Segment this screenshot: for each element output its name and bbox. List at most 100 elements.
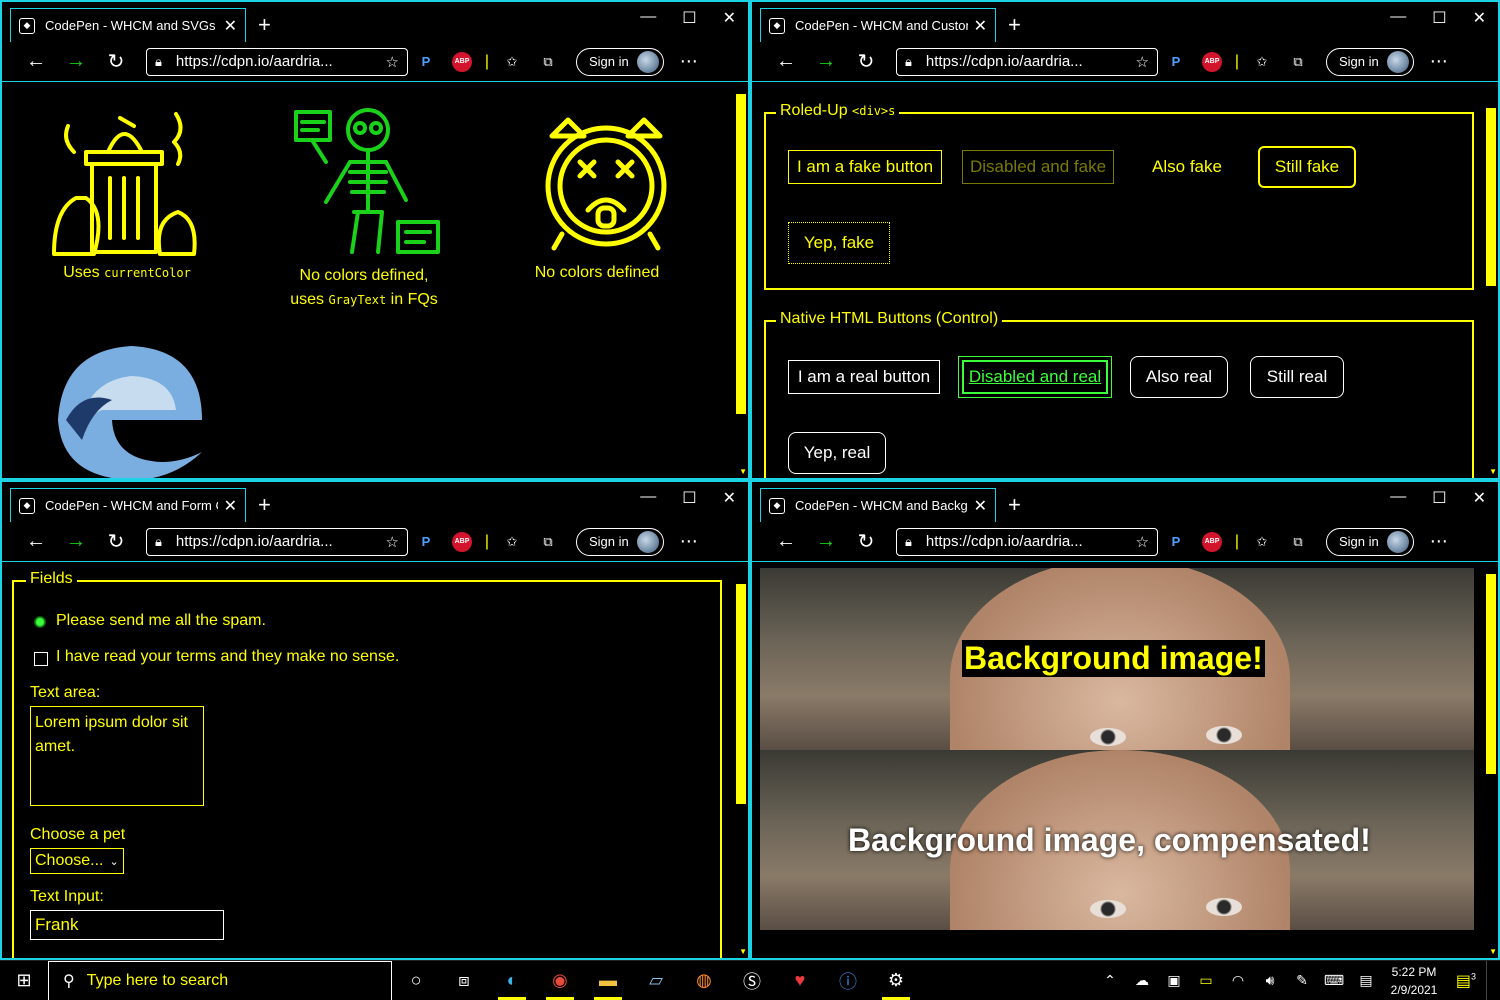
- real-also-button[interactable]: Also real: [1130, 356, 1228, 398]
- edge-taskbar-icon[interactable]: ◐: [488, 961, 536, 1000]
- refresh-icon[interactable]: ↻: [846, 49, 886, 74]
- firefox-taskbar-icon[interactable]: ◍: [680, 961, 728, 1000]
- collections-icon[interactable]: ⧉: [530, 54, 566, 70]
- onedrive-icon[interactable]: ☁: [1126, 972, 1158, 989]
- minimize-button[interactable]: —: [640, 8, 656, 28]
- collections-icon[interactable]: ⧉: [1280, 54, 1316, 70]
- tablet-mode-icon[interactable]: ▤: [1350, 972, 1382, 989]
- back-arrow-icon[interactable]: ←: [766, 50, 806, 73]
- favorites-icon[interactable]: ✩: [1244, 534, 1280, 550]
- cortana-icon[interactable]: ○: [392, 961, 440, 1000]
- vivaldi-icon[interactable]: ♥: [776, 961, 824, 1000]
- fake-still-button[interactable]: Still fake: [1258, 146, 1356, 188]
- pen-icon[interactable]: ✎: [1286, 972, 1318, 989]
- new-tab-button[interactable]: +: [258, 12, 271, 38]
- close-tab-icon[interactable]: ✕: [974, 16, 987, 36]
- favorites-icon[interactable]: ✩: [494, 534, 530, 550]
- address-bar[interactable]: 🔒︎ https://cdpn.io/aardria... ☆: [146, 527, 408, 556]
- add-favorite-icon[interactable]: ☆: [1136, 533, 1149, 551]
- address-bar[interactable]: 🔒︎ https://cdpn.io/aardria... ☆: [896, 47, 1158, 76]
- favorites-icon[interactable]: ✩: [1244, 54, 1280, 70]
- show-desktop-button[interactable]: [1486, 960, 1500, 1000]
- maximize-button[interactable]: ☐: [1432, 488, 1446, 508]
- sign-in-button[interactable]: Sign in: [1326, 527, 1414, 556]
- refresh-icon[interactable]: ↻: [96, 529, 136, 554]
- browser-tab[interactable]: ◆ CodePen - WHCM and SVGs ✕: [10, 8, 246, 42]
- close-window-button[interactable]: ✕: [1473, 8, 1486, 28]
- scrollbar-thumb[interactable]: [1486, 108, 1496, 286]
- fake-button[interactable]: I am a fake button: [788, 150, 942, 184]
- new-tab-button[interactable]: +: [258, 492, 271, 518]
- extension-p-icon[interactable]: P: [1158, 54, 1194, 69]
- close-tab-icon[interactable]: ✕: [974, 496, 987, 516]
- add-favorite-icon[interactable]: ☆: [1136, 53, 1149, 71]
- collections-icon[interactable]: ⧉: [530, 534, 566, 550]
- refresh-icon[interactable]: ↻: [846, 529, 886, 554]
- browser-tab[interactable]: ◆ CodePen - WHCM and Form Co ✕: [10, 488, 246, 522]
- favorites-icon[interactable]: ✩: [494, 54, 530, 70]
- chrome-taskbar-icon[interactable]: ◉: [536, 961, 584, 1000]
- scroll-down-arrow-icon[interactable]: ▼: [1489, 467, 1497, 476]
- settings-gear-icon[interactable]: ⚙: [872, 961, 920, 1000]
- more-menu-icon[interactable]: ⋯: [1430, 531, 1448, 552]
- volume-icon[interactable]: 🔊︎: [1254, 972, 1286, 989]
- more-menu-icon[interactable]: ⋯: [680, 531, 698, 552]
- sign-in-button[interactable]: Sign in: [1326, 47, 1414, 76]
- sign-in-button[interactable]: Sign in: [576, 47, 664, 76]
- real-button[interactable]: I am a real button: [788, 360, 940, 394]
- browser-tab[interactable]: ◆ CodePen - WHCM and Custom E ✕: [760, 8, 996, 42]
- text-area[interactable]: Lorem ipsum dolor sit amet.: [30, 706, 204, 806]
- skype-icon[interactable]: Ⓢ: [728, 961, 776, 1000]
- task-view-icon[interactable]: ⧈: [440, 961, 488, 1000]
- close-window-button[interactable]: ✕: [723, 488, 736, 508]
- scrollbar-thumb[interactable]: [736, 584, 746, 804]
- sign-in-button[interactable]: Sign in: [576, 527, 664, 556]
- maximize-button[interactable]: ☐: [682, 8, 696, 28]
- scrollbar-thumb[interactable]: [736, 94, 746, 414]
- taskbar-search[interactable]: ⚲ Type here to search: [48, 960, 392, 1000]
- keyboard-icon[interactable]: ⌨: [1318, 972, 1350, 989]
- close-tab-icon[interactable]: ✕: [224, 16, 237, 36]
- address-bar[interactable]: 🔒︎ https://cdpn.io/aardria... ☆: [896, 527, 1158, 556]
- file-explorer-icon[interactable]: ▬: [584, 961, 632, 1000]
- browser-tab[interactable]: ◆ CodePen - WHCM and Backgrou ✕: [760, 488, 996, 522]
- windows-start-icon[interactable]: ⊞: [0, 961, 48, 1000]
- more-menu-icon[interactable]: ⋯: [1430, 51, 1448, 72]
- extension-p-icon[interactable]: P: [408, 534, 444, 549]
- notes-app-icon[interactable]: ▱: [632, 961, 680, 1000]
- back-arrow-icon[interactable]: ←: [16, 530, 56, 553]
- maximize-button[interactable]: ☐: [1432, 8, 1446, 28]
- minimize-button[interactable]: —: [1390, 488, 1406, 508]
- scrollbar[interactable]: [736, 574, 746, 958]
- scrollbar[interactable]: [1486, 94, 1496, 478]
- add-favorite-icon[interactable]: ☆: [386, 53, 399, 71]
- fake-also-button[interactable]: Also fake: [1140, 150, 1234, 184]
- scroll-down-arrow-icon[interactable]: ▼: [739, 467, 747, 476]
- real-disabled-button[interactable]: Disabled and real: [958, 356, 1112, 398]
- scrollbar-thumb[interactable]: [1486, 574, 1496, 774]
- scrollbar[interactable]: [1486, 574, 1496, 958]
- add-favorite-icon[interactable]: ☆: [386, 533, 399, 551]
- forward-arrow-icon[interactable]: →: [806, 530, 846, 553]
- extension-p-icon[interactable]: P: [408, 54, 444, 69]
- close-window-button[interactable]: ✕: [723, 8, 736, 28]
- spam-radio[interactable]: [34, 616, 46, 628]
- forward-arrow-icon[interactable]: →: [56, 50, 96, 73]
- close-tab-icon[interactable]: ✕: [224, 496, 237, 516]
- adblock-button[interactable]: ABP: [1194, 531, 1230, 552]
- display-icon[interactable]: ▣: [1158, 972, 1190, 989]
- forward-arrow-icon[interactable]: →: [806, 50, 846, 73]
- address-bar[interactable]: 🔒︎ https://cdpn.io/aardria... ☆: [146, 47, 408, 76]
- new-tab-button[interactable]: +: [1008, 12, 1021, 38]
- scroll-down-arrow-icon[interactable]: ▼: [739, 947, 747, 956]
- close-window-button[interactable]: ✕: [1473, 488, 1486, 508]
- scroll-down-arrow-icon[interactable]: ▼: [1489, 947, 1497, 956]
- chevron-up-icon[interactable]: ⌃: [1094, 972, 1126, 989]
- real-yep-button[interactable]: Yep, real: [788, 432, 886, 474]
- maximize-button[interactable]: ☐: [682, 488, 696, 508]
- password-manager-icon[interactable]: ⓘ: [824, 961, 872, 1000]
- back-arrow-icon[interactable]: ←: [766, 530, 806, 553]
- pet-select[interactable]: Choose... ⌄: [30, 848, 124, 874]
- adblock-button[interactable]: ABP: [444, 51, 480, 72]
- adblock-button[interactable]: ABP: [1194, 51, 1230, 72]
